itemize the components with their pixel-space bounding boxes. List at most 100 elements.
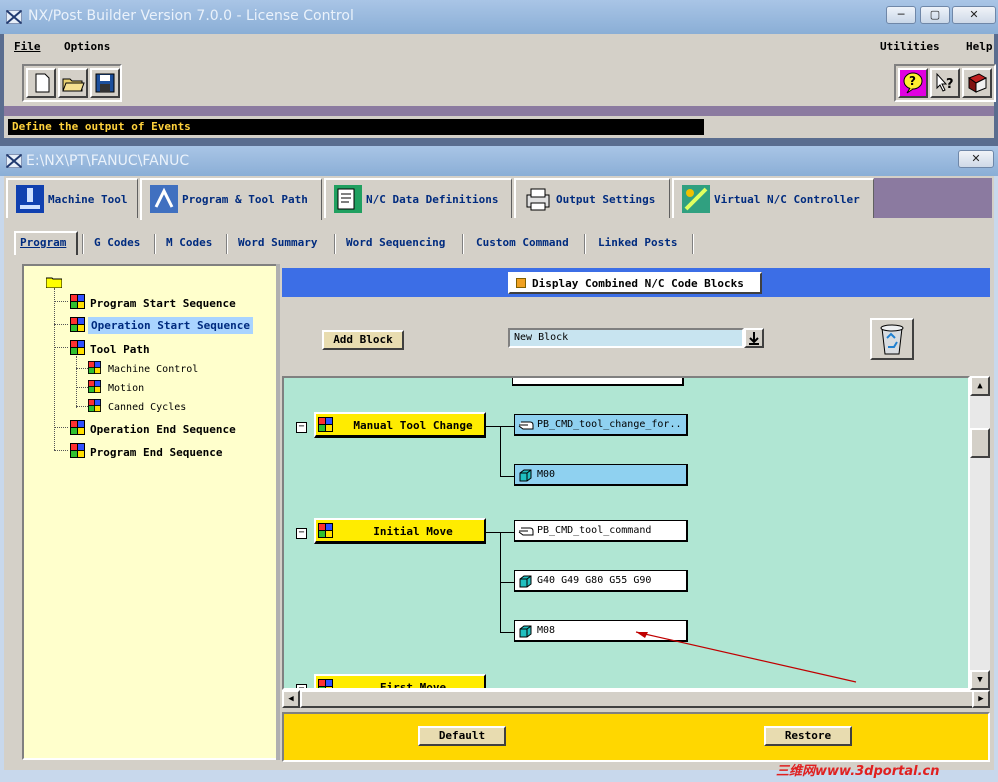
context-help-button[interactable]: ? [930, 68, 960, 98]
printer-icon [526, 188, 550, 211]
subtab-word-sequencing[interactable]: Word Sequencing [346, 236, 445, 254]
hand-icon [518, 527, 534, 536]
tab-label: N/C Data Definitions [366, 193, 499, 206]
event-first-move[interactable]: First Move [314, 674, 486, 688]
tab-program-tool-path[interactable]: Program & Tool Path [140, 178, 322, 220]
collapse-toggle[interactable]: − [296, 422, 307, 433]
scroll-up-button[interactable]: ▲ [970, 376, 990, 396]
maximize-button[interactable]: ▢ [920, 6, 950, 24]
horizontal-scrollbar[interactable]: ◀ ▶ [282, 690, 990, 708]
tree-canned-cycles[interactable]: Canned Cycles [108, 402, 186, 413]
vertical-scrollbar[interactable]: ▲ ▼ [970, 376, 990, 690]
tree-line [54, 450, 68, 451]
cube-icon [88, 361, 101, 374]
pointer-help-icon: ? [936, 72, 954, 92]
subtab-g-codes[interactable]: G Codes [94, 236, 140, 254]
tab-output-settings[interactable]: Output Settings [514, 178, 670, 218]
tab-nc-data-definitions[interactable]: N/C Data Definitions [324, 178, 512, 218]
inner-app-icon [6, 154, 22, 168]
block-text: M00 [537, 469, 556, 480]
connector [500, 632, 514, 633]
subtab-program[interactable]: Program [20, 236, 66, 254]
tree-line [54, 301, 68, 302]
block-partial-top[interactable] [512, 378, 684, 386]
add-block-button[interactable]: Add Block [322, 330, 404, 350]
manual-button[interactable] [962, 68, 992, 98]
tab-virtual-nc-controller[interactable]: Virtual N/C Controller [672, 178, 874, 218]
minimize-button[interactable]: ─ [886, 6, 916, 24]
scroll-left-button[interactable]: ◀ [282, 690, 300, 708]
connector [500, 582, 514, 583]
app-icon [6, 10, 22, 24]
event-icon [318, 417, 333, 432]
subtab-m-codes[interactable]: M Codes [166, 236, 212, 254]
trash-button[interactable] [870, 318, 914, 360]
tab-label: Machine Tool [48, 193, 128, 206]
svg-text:?: ? [909, 74, 916, 88]
tree-tool-path[interactable]: Tool Path [90, 343, 150, 356]
block-m00[interactable]: M00 [514, 464, 688, 486]
balloon-help-button[interactable]: ? [898, 68, 928, 98]
block-text: PB_CMD_tool_change_for... [537, 419, 683, 430]
menu-file[interactable]: File [14, 40, 41, 53]
cube-icon [88, 399, 101, 412]
event-canvas: − Manual Tool Change PB_CMD_tool_change_… [282, 376, 970, 690]
tree-motion[interactable]: Motion [108, 383, 144, 394]
close-button[interactable]: ✕ [952, 6, 996, 24]
block-pb-cmd-tool-command[interactable]: PB_CMD_tool_command [514, 520, 688, 542]
tab-machine-tool[interactable]: Machine Tool [6, 178, 138, 218]
tree-program-start-sequence[interactable]: Program Start Sequence [90, 297, 236, 310]
restore-button[interactable]: Restore [764, 726, 852, 746]
connector [500, 426, 514, 427]
block-g40-g49-g80-g55-g90[interactable]: G40 G49 G80 G55 G90 [514, 570, 688, 592]
outer-title: NX/Post Builder Version 7.0.0 - License … [28, 8, 354, 24]
menu-options[interactable]: Options [64, 40, 110, 53]
event-initial-move[interactable]: Initial Move [314, 518, 486, 544]
subtab-custom-command[interactable]: Custom Command [476, 236, 569, 254]
block-cube-icon [519, 575, 532, 588]
collapse-toggle[interactable]: − [296, 528, 307, 539]
block-cube-icon [519, 625, 532, 638]
subtab-linked-posts[interactable]: Linked Posts [598, 236, 677, 254]
svg-text:?: ? [946, 77, 954, 92]
scroll-thumb[interactable] [970, 428, 990, 458]
tree-operation-start-sequence[interactable]: Operation Start Sequence [88, 317, 253, 334]
inner-close-button[interactable]: ✕ [958, 150, 994, 168]
default-button[interactable]: Default [418, 726, 506, 746]
combined-blocks-toggle[interactable]: Display Combined N/C Code Blocks [508, 272, 762, 294]
pane-splitter[interactable] [276, 264, 280, 760]
tree-machine-control[interactable]: Machine Control [108, 364, 198, 375]
menu-utilities[interactable]: Utilities [880, 40, 940, 53]
tab-strip-bg [874, 178, 992, 218]
block-pb-cmd-tool-change[interactable]: PB_CMD_tool_change_for... [514, 414, 688, 436]
cube-icon [88, 380, 101, 393]
scroll-h-thumb[interactable] [300, 690, 980, 708]
scroll-down-button[interactable]: ▼ [970, 670, 990, 690]
combined-blocks-label: Display Combined N/C Code Blocks [532, 277, 744, 290]
block-cube-icon [519, 469, 532, 482]
watermark-text: 三维网www.3dportal.cn [776, 764, 940, 779]
tree-operation-end-sequence[interactable]: Operation End Sequence [90, 423, 236, 436]
subtab-separator [334, 234, 336, 254]
new-file-button[interactable] [26, 68, 56, 98]
tree-line [54, 427, 68, 428]
cube-icon [70, 420, 85, 435]
event-manual-tool-change[interactable]: Manual Tool Change [314, 412, 486, 438]
subtab-word-summary[interactable]: Word Summary [238, 236, 317, 254]
subtab-separator [462, 234, 464, 254]
tree-program-end-sequence[interactable]: Program End Sequence [90, 446, 222, 459]
new-block-select[interactable]: New Block [508, 328, 744, 348]
scroll-right-button[interactable]: ▶ [972, 690, 990, 708]
event-name: Initial Move [373, 525, 453, 538]
hand-icon [518, 421, 534, 430]
save-button[interactable] [90, 68, 120, 98]
connector [486, 532, 500, 533]
new-block-dropdown-button[interactable] [744, 328, 764, 348]
connector [500, 532, 514, 533]
menu-help[interactable]: Help [966, 40, 993, 53]
subtab-separator [692, 234, 694, 254]
open-file-button[interactable] [58, 68, 88, 98]
purple-divider [4, 106, 994, 116]
cube-icon [70, 317, 85, 332]
arrow-down-icon [749, 332, 759, 345]
